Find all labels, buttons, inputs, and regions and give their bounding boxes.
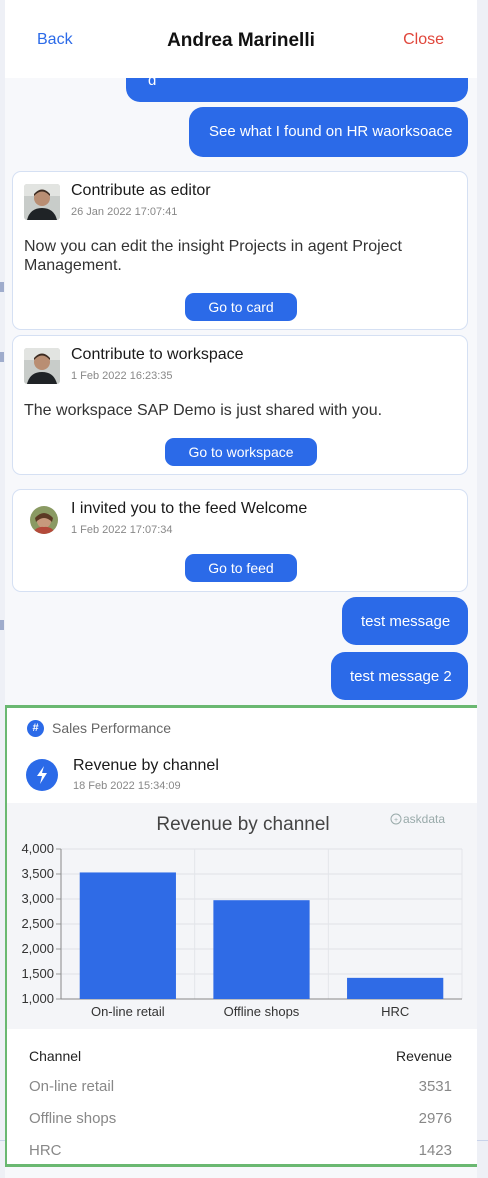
avatar xyxy=(30,506,58,534)
table-cell: HRC xyxy=(29,1142,62,1159)
x-tick-label: Offline shops xyxy=(224,1004,300,1019)
message-bubble[interactable]: test message 2 xyxy=(331,652,468,700)
card-title: I invited you to the feed Welcome xyxy=(71,500,308,517)
card-timestamp: 26 Jan 2022 17:07:41 xyxy=(71,206,178,218)
close-button[interactable]: Close xyxy=(403,31,444,49)
card-body: The workspace SAP Demo is just shared wi… xyxy=(24,402,383,419)
message-bubble[interactable]: See what I found on HR waorksoace xyxy=(189,107,468,157)
table-cell: Offline shops xyxy=(29,1110,117,1127)
message-bubble[interactable]: test message xyxy=(342,597,468,645)
card-title: Contribute as editor xyxy=(71,182,211,199)
bar xyxy=(347,977,444,999)
column-header: Channel xyxy=(29,1048,82,1064)
y-tick-label: 3,500 xyxy=(21,866,54,881)
column-header: Revenue xyxy=(395,1048,452,1064)
background-marker xyxy=(0,620,4,630)
bar xyxy=(79,872,176,999)
table-row: On-line retail 3531 xyxy=(7,1070,477,1102)
notification-card: I invited you to the feed Welcome 1 Feb … xyxy=(12,489,468,592)
hash-icon: # xyxy=(27,720,44,737)
y-tick-label: 4,000 xyxy=(21,841,54,856)
insight-card[interactable]: # Sales Performance Revenue by channel 1… xyxy=(5,705,477,1167)
x-tick-label: HRC xyxy=(381,1004,409,1019)
insight-timestamp: 18 Feb 2022 15:34:09 xyxy=(73,780,181,792)
table-row: HRC 1423 xyxy=(7,1134,477,1166)
table-cell: 2976 xyxy=(418,1110,452,1127)
card-timestamp: 1 Feb 2022 17:07:34 xyxy=(71,524,173,536)
revenue-chart: Revenue by channel + askdata 1,000 1,500 2… xyxy=(7,803,477,1029)
data-table: Channel Revenue On-line retail 3531 Offl… xyxy=(7,1038,477,1166)
chart-brand: askdata xyxy=(403,812,445,826)
chat-panel: Back Andrea Marinelli Close d See what I… xyxy=(5,0,477,1178)
y-tick-label: 2,500 xyxy=(21,916,54,931)
workspace-label: Sales Performance xyxy=(52,720,172,736)
go-to-feed-button[interactable]: Go to feed xyxy=(185,554,297,582)
notification-card: Contribute to workspace 1 Feb 2022 16:23… xyxy=(12,335,468,475)
table-header-row: Channel Revenue xyxy=(7,1038,477,1070)
background-marker xyxy=(0,282,4,292)
message-text: test message xyxy=(361,613,451,630)
chart-svg: Revenue by channel + askdata 1,000 1,500 2… xyxy=(21,812,463,1019)
notification-card: Contribute as editor 26 Jan 2022 17:07:4… xyxy=(12,171,468,330)
card-body: Now you can edit the insight Projects in… xyxy=(24,238,402,274)
table-cell: 3531 xyxy=(418,1078,452,1095)
bar xyxy=(213,900,310,999)
card-title: Contribute to workspace xyxy=(71,346,244,363)
avatar xyxy=(24,348,60,384)
y-tick-label: 2,000 xyxy=(21,941,54,956)
insight-title: Revenue by channel xyxy=(73,757,219,774)
y-tick-label: 1,000 xyxy=(21,991,54,1006)
svg-text:+: + xyxy=(394,817,398,824)
table-cell: On-line retail xyxy=(29,1078,115,1095)
message-text: test message 2 xyxy=(350,668,452,685)
table-row: Offline shops 2976 xyxy=(7,1102,477,1134)
avatar xyxy=(24,184,60,220)
background-marker xyxy=(0,352,4,362)
message-text: See what I found on HR waorksoace xyxy=(209,123,453,140)
chat-header: Back Andrea Marinelli Close xyxy=(5,0,477,78)
card-timestamp: 1 Feb 2022 16:23:35 xyxy=(71,370,173,382)
table-cell: 1423 xyxy=(418,1142,452,1159)
go-to-card-button[interactable]: Go to card xyxy=(185,293,297,321)
askdata-logo-icon: + xyxy=(390,813,402,825)
go-to-workspace-button[interactable]: Go to workspace xyxy=(165,438,317,466)
lightning-icon xyxy=(26,759,58,791)
y-tick-label: 1,500 xyxy=(21,966,54,981)
x-tick-label: On-line retail xyxy=(91,1004,165,1019)
y-tick-label: 3,000 xyxy=(21,891,54,906)
chart-title: Revenue by channel xyxy=(156,814,329,835)
